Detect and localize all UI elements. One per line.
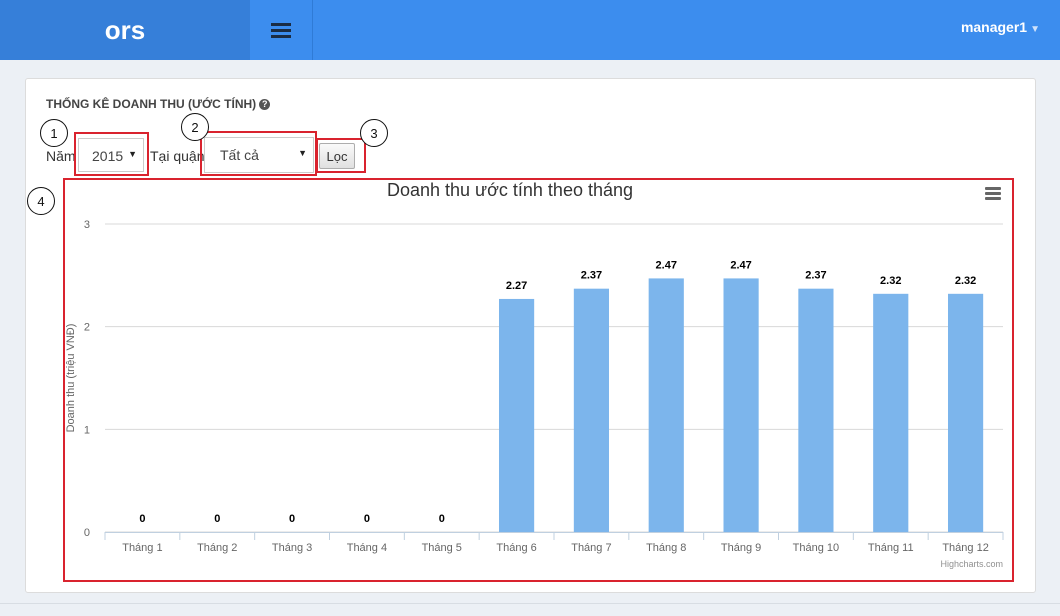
bar [798,288,834,532]
x-tick-label: Tháng 9 [721,542,761,554]
chart-title: Doanh thu ước tính theo tháng [387,180,633,200]
x-tick-label: Tháng 7 [571,542,611,554]
x-tick-label: Tháng 3 [272,542,312,554]
data-label: 0 [214,513,220,525]
y-tick-label: 0 [84,527,90,539]
x-tick-label: Tháng 10 [793,542,839,554]
x-tick-label: Tháng 2 [197,542,237,554]
x-tick-label: Tháng 6 [496,542,536,554]
x-tick-label: Tháng 1 [122,542,162,554]
x-tick-label: Tháng 12 [942,542,988,554]
data-label: 2.47 [730,259,751,271]
chart-credits[interactable]: Highcharts.com [940,559,1003,569]
data-label: 0 [289,513,295,525]
chart-menu-icon[interactable] [985,187,1001,201]
revenue-bar-chart: Doanh thu ước tính theo tháng Doanh thu … [65,180,1004,569]
y-tick-label: 1 [84,424,90,436]
data-label: 2.37 [581,270,602,282]
bar [873,293,909,532]
bar [573,288,610,532]
data-label: 2.32 [880,275,901,287]
bar [947,293,984,532]
x-tick-label: Tháng 11 [868,542,914,554]
x-tick-label: Tháng 5 [422,542,462,554]
bar [498,298,535,532]
bar [648,278,684,532]
data-label: 0 [364,513,370,525]
x-tick-label: Tháng 8 [646,542,686,554]
data-label: 2.47 [656,259,677,271]
chart-y-axis-label: Doanh thu (triệu VNĐ) [65,324,77,433]
data-label: 2.27 [506,280,527,292]
data-label: 2.37 [805,270,826,282]
data-label: 0 [139,513,145,525]
data-label: 2.32 [955,275,976,287]
bar [723,278,759,532]
data-label: 0 [439,513,445,525]
x-tick-label: Tháng 4 [347,542,387,554]
y-tick-label: 3 [84,219,90,231]
y-tick-label: 2 [84,322,90,334]
